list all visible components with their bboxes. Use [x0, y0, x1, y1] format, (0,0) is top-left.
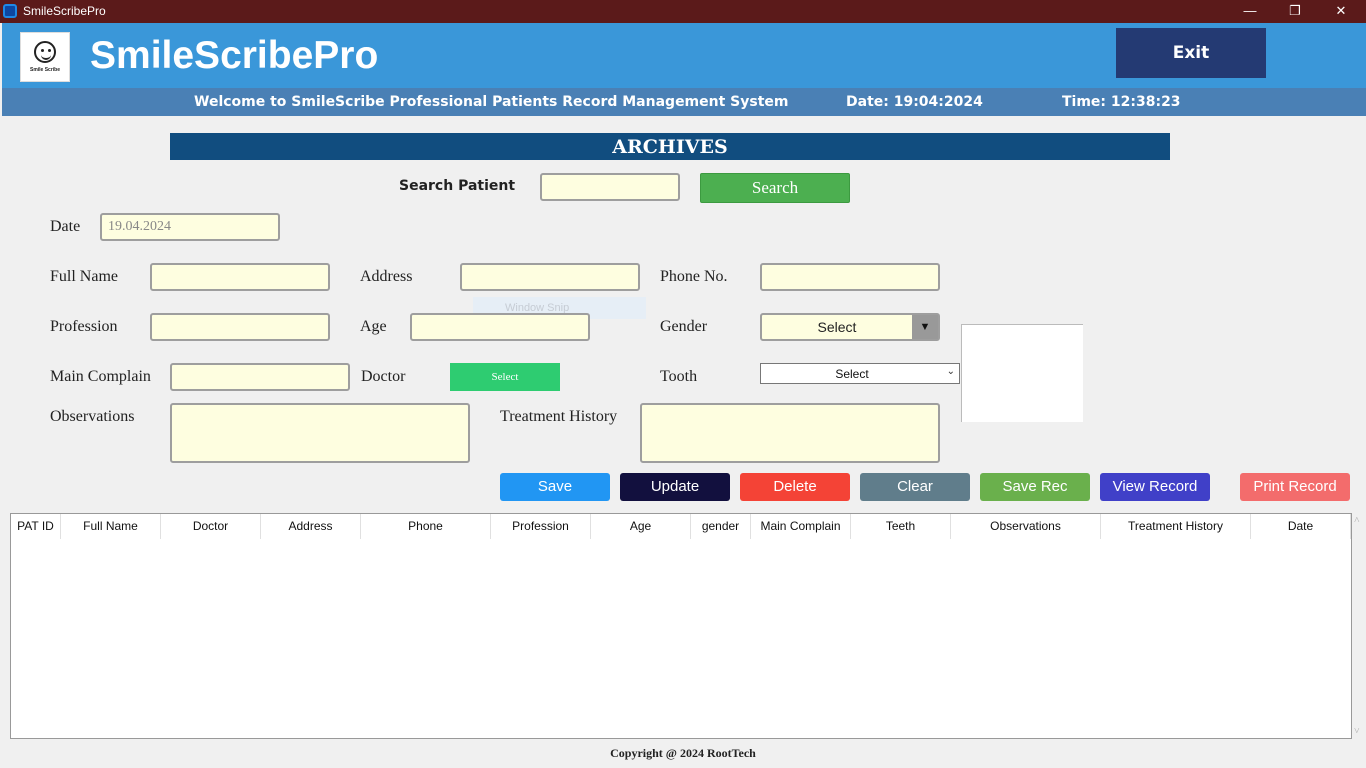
table-header: PAT ID Full Name Doctor Address Phone Profess…	[11, 514, 1351, 539]
column-header-pat-id[interactable]: PAT ID	[11, 514, 61, 539]
full-name-field[interactable]	[150, 263, 330, 291]
chevron-down-icon: ⌄	[946, 366, 955, 377]
current-time: Time: 12:38:23	[1062, 94, 1181, 110]
table-scrollbar[interactable]: ˄ ˅	[1352, 513, 1366, 739]
address-label: Address	[360, 268, 413, 285]
date-field[interactable]	[100, 213, 280, 241]
address-field[interactable]	[460, 263, 640, 291]
window-title: SmileScribePro	[23, 4, 106, 18]
chevron-down-icon[interactable]: ▼	[912, 315, 938, 339]
scroll-down-icon[interactable]: ˅	[1354, 726, 1360, 737]
full-name-label: Full Name	[50, 268, 118, 285]
column-header-teeth[interactable]: Teeth	[851, 514, 951, 539]
doctor-label: Doctor	[361, 368, 406, 385]
search-input[interactable]	[540, 173, 680, 201]
current-date: Date: 19:04:2024	[846, 94, 983, 110]
gender-select[interactable]: Select ▼	[760, 313, 940, 341]
column-header-observations[interactable]: Observations	[951, 514, 1101, 539]
exit-button[interactable]: Exit	[1116, 28, 1266, 78]
tooth-select[interactable]: Select ⌄	[760, 363, 960, 384]
delete-button[interactable]: Delete	[740, 473, 850, 501]
restore-button[interactable]: ❐	[1272, 1, 1318, 22]
gender-label: Gender	[660, 318, 708, 335]
column-header-address[interactable]: Address	[261, 514, 361, 539]
window-titlebar: SmileScribePro — ❐ ✕	[0, 0, 1366, 23]
records-table[interactable]: PAT ID Full Name Doctor Address Phone Profess…	[10, 513, 1352, 739]
age-label: Age	[360, 318, 387, 335]
column-header-profession[interactable]: Profession	[491, 514, 591, 539]
app-icon	[3, 4, 17, 18]
profession-label: Profession	[50, 318, 118, 335]
column-header-date[interactable]: Date	[1251, 514, 1351, 539]
profession-field[interactable]	[150, 313, 330, 341]
save-button[interactable]: Save	[500, 473, 610, 501]
treatment-history-field[interactable]	[640, 403, 940, 463]
observations-label: Observations	[50, 408, 135, 425]
save-rec-button[interactable]: Save Rec	[980, 473, 1090, 501]
view-record-button[interactable]: View Record	[1100, 473, 1210, 501]
column-header-phone[interactable]: Phone	[361, 514, 491, 539]
main-complain-label: Main Complain	[50, 368, 151, 385]
section-title: ARCHIVES	[170, 133, 1170, 160]
main-complain-field[interactable]	[170, 363, 350, 391]
copyright-footer: Copyright @ 2024 RootTech	[610, 746, 756, 760]
info-bar: Welcome to SmileScribe Professional Pati…	[2, 88, 1366, 116]
logo-text: Smile Scribe	[29, 67, 60, 73]
clear-button[interactable]: Clear	[860, 473, 970, 501]
gender-select-value: Select	[817, 319, 857, 335]
observations-field[interactable]	[170, 403, 470, 463]
column-header-age[interactable]: Age	[591, 514, 691, 539]
minimize-button[interactable]: —	[1227, 1, 1273, 22]
search-patient-label: Search Patient	[399, 178, 516, 194]
column-header-full-name[interactable]: Full Name	[61, 514, 161, 539]
phone-field[interactable]	[760, 263, 940, 291]
scroll-up-icon[interactable]: ˄	[1354, 515, 1360, 526]
search-button[interactable]: Search	[700, 173, 850, 203]
smile-logo-icon	[34, 41, 56, 63]
print-record-button[interactable]: Print Record	[1240, 473, 1350, 501]
treatment-history-label: Treatment History	[500, 408, 618, 425]
column-header-gender[interactable]: gender	[691, 514, 751, 539]
welcome-text: Welcome to SmileScribe Professional Pati…	[194, 94, 789, 110]
column-header-treatment-history[interactable]: Treatment History	[1101, 514, 1251, 539]
close-button[interactable]: ✕	[1318, 1, 1364, 22]
tooth-label: Tooth	[660, 368, 698, 385]
tooth-image-preview	[961, 324, 1083, 422]
app-title: SmileScribePro	[90, 34, 379, 77]
phone-label: Phone No.	[660, 268, 728, 285]
column-header-doctor[interactable]: Doctor	[161, 514, 261, 539]
app-logo: Smile Scribe	[20, 32, 70, 82]
date-label: Date	[50, 218, 81, 235]
app-header: Smile Scribe SmileScribePro Exit	[2, 23, 1366, 88]
column-header-main-complain[interactable]: Main Complain	[751, 514, 851, 539]
age-field[interactable]	[410, 313, 590, 341]
update-button[interactable]: Update	[620, 473, 730, 501]
doctor-select-button[interactable]: Select	[450, 363, 560, 391]
tooth-select-value: Select	[835, 367, 869, 381]
